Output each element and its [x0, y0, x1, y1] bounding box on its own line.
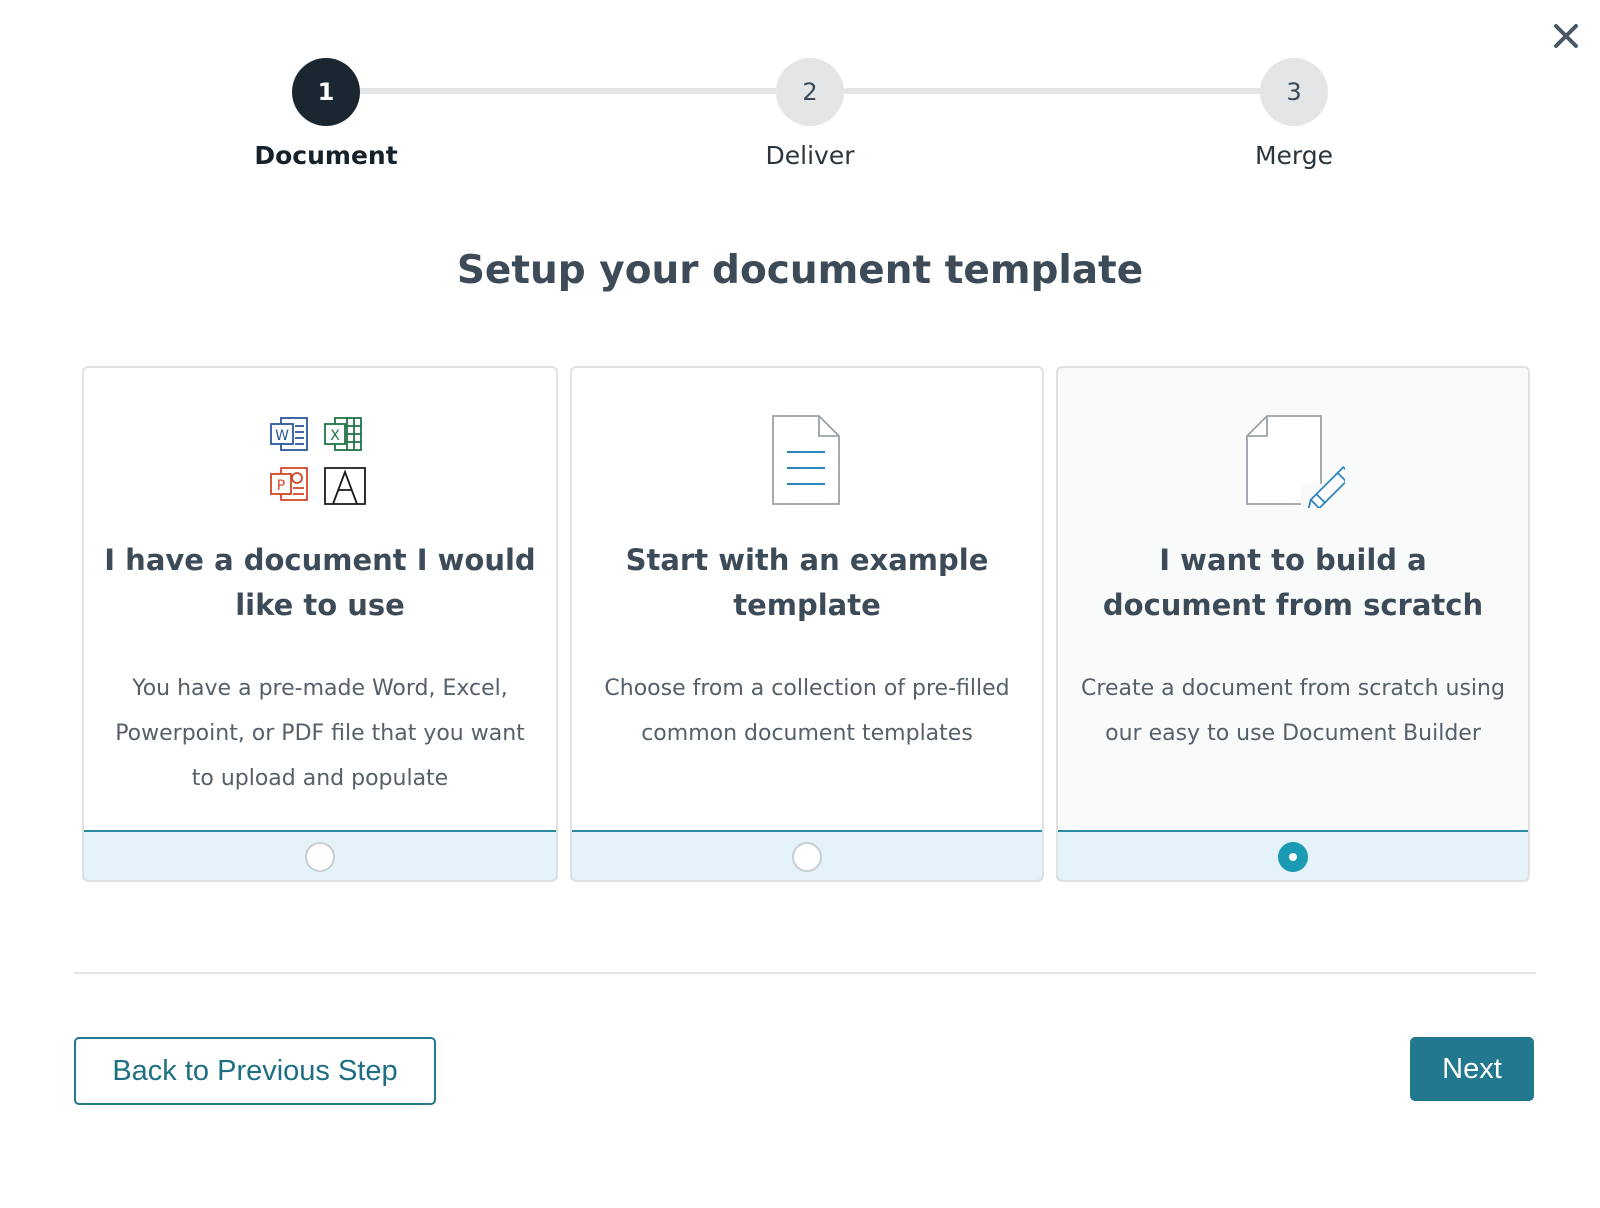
- page-title: Setup your document template: [456, 248, 1144, 293]
- setup-wizard-page: 1 Document 2 Deliver 3 Merge Setup your …: [0, 0, 1600, 1208]
- option-card-upload-document[interactable]: W X P I have a document I would like to …: [82, 366, 558, 882]
- svg-text:W: W: [275, 428, 289, 444]
- step-label: Merge: [1254, 141, 1334, 170]
- option-title: I want to build a document from scratch: [1102, 543, 1484, 622]
- step-number: 1: [292, 58, 360, 126]
- next-button[interactable]: Next: [1410, 1037, 1534, 1101]
- document-template-icon: [572, 412, 1042, 508]
- svg-text:X: X: [330, 428, 340, 444]
- option-description: Choose from a collection of pre-filled c…: [604, 676, 1010, 746]
- step-deliver[interactable]: 2 Deliver: [710, 58, 910, 172]
- step-merge[interactable]: 3 Merge: [1194, 58, 1394, 172]
- office-files-icon: W X P: [84, 412, 556, 508]
- option-footer[interactable]: [572, 830, 1042, 880]
- option-title: Start with an example template: [625, 543, 989, 622]
- step-label: Document: [254, 141, 398, 170]
- option-description: You have a pre-made Word, Excel, Powerpo…: [115, 676, 525, 791]
- step-document[interactable]: 1 Document: [226, 58, 426, 172]
- wizard-stepper: 1 Document 2 Deliver 3 Merge: [0, 0, 1600, 200]
- option-radio[interactable]: [792, 842, 822, 872]
- option-footer[interactable]: [1058, 830, 1528, 880]
- document-pencil-icon: [1058, 412, 1528, 508]
- option-card-build-from-scratch[interactable]: I want to build a document from scratch …: [1056, 366, 1530, 882]
- step-label: Deliver: [765, 141, 855, 170]
- option-radio-selected[interactable]: [1278, 842, 1308, 872]
- radio-dot: [1289, 853, 1297, 861]
- svg-text:P: P: [277, 478, 285, 494]
- option-card-example-template[interactable]: Start with an example template Choose fr…: [570, 366, 1044, 882]
- step-number: 3: [1260, 58, 1328, 126]
- option-title: I have a document I would like to use: [104, 543, 536, 622]
- option-footer[interactable]: [84, 830, 556, 880]
- option-description: Create a document from scratch using our…: [1081, 676, 1505, 746]
- option-radio[interactable]: [305, 842, 335, 872]
- back-to-previous-step-button[interactable]: Back to Previous Step: [74, 1037, 436, 1105]
- footer-divider: [74, 972, 1536, 974]
- step-number: 2: [776, 58, 844, 126]
